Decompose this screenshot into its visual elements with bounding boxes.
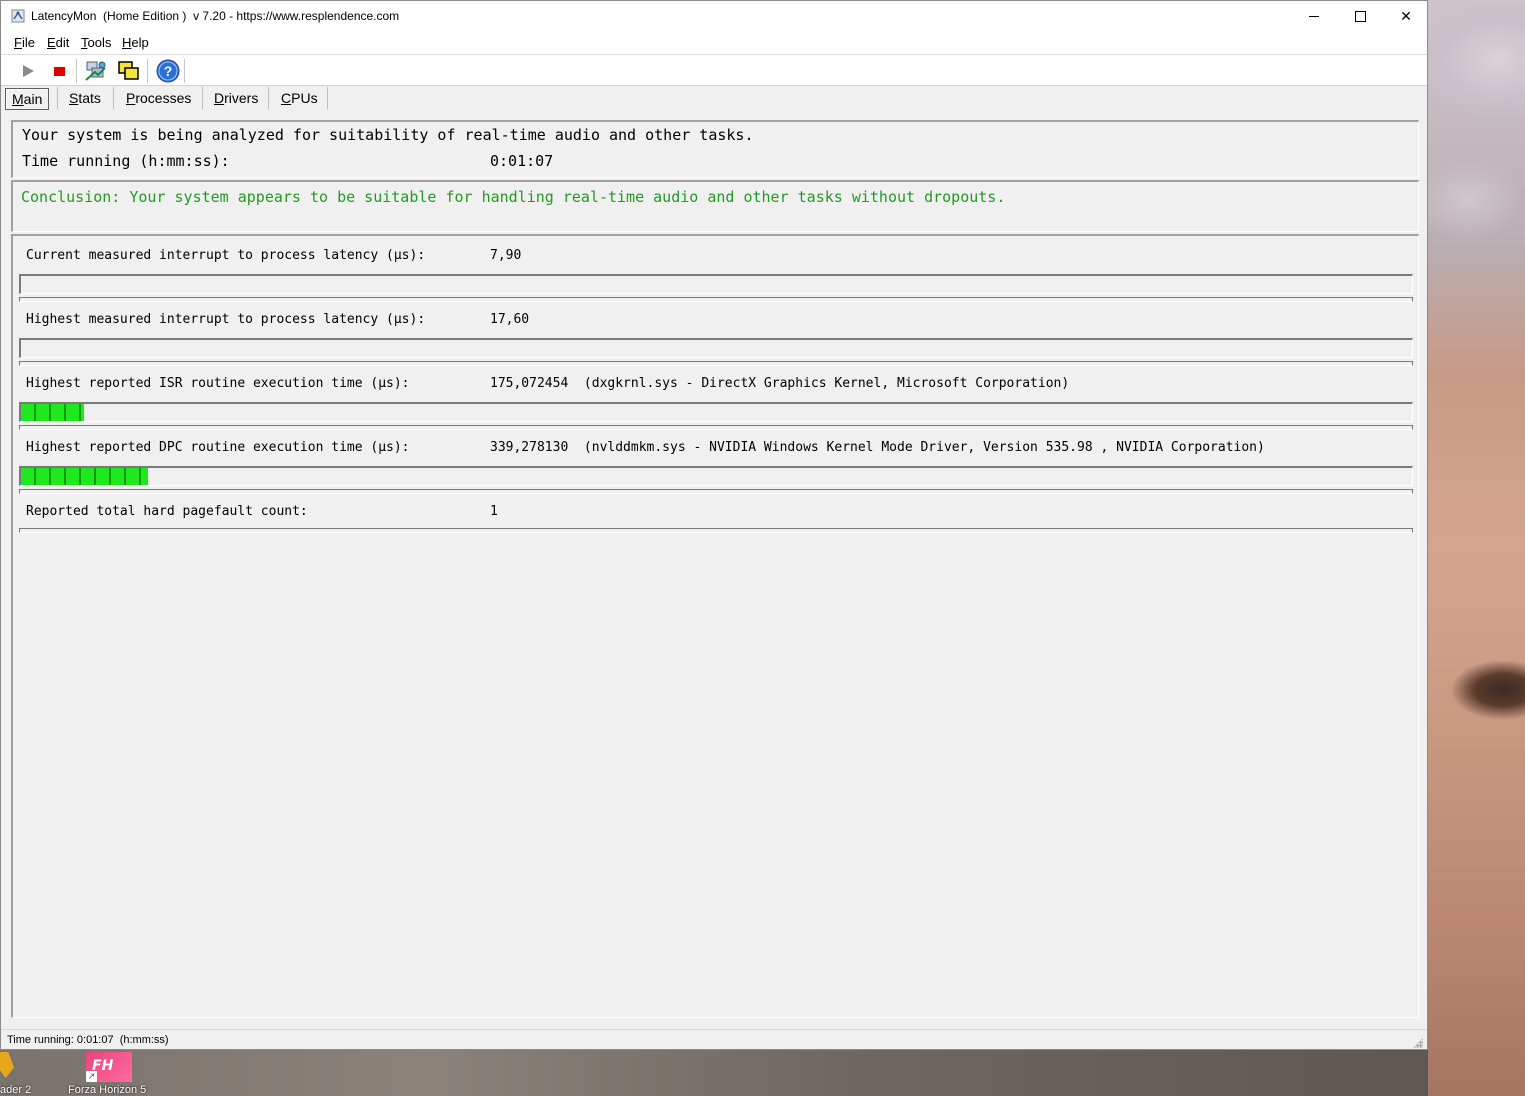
windows-icon[interactable]: [116, 58, 142, 84]
tab-drivers-label: rivers: [224, 90, 259, 106]
menu-edit-label: dit: [55, 35, 70, 50]
tab-main-mnemonic: M: [12, 91, 24, 107]
status-bar: Time running: 0:01:07 (h:mm:ss): [1, 1029, 1427, 1050]
desktop-shortcut-label: Forza Horizon 5: [68, 1084, 147, 1096]
minimize-icon: [1309, 16, 1319, 17]
tab-main-label: ain: [23, 91, 43, 107]
metric-separator: [19, 297, 1413, 302]
metric-value: 17,60: [490, 312, 530, 327]
title-bar[interactable]: LatencyMon (Home Edition ) v 7.20 - http…: [1, 1, 1427, 32]
menu-help-label: elp: [131, 35, 149, 50]
conclusion-panel: Conclusion: Your system appears to be su…: [11, 180, 1419, 232]
conclusion-text: Conclusion: Your system appears to be su…: [21, 188, 1006, 206]
desktop-shortcut-ader-2[interactable]: ader 2: [0, 1052, 40, 1096]
menu-file-label: ile: [21, 35, 35, 50]
tab-processes-label: rocesses: [135, 90, 192, 106]
tab-stats-mnemonic: S: [69, 90, 79, 106]
isr-bar: [19, 402, 1413, 422]
close-icon: ✕: [1400, 8, 1412, 24]
tab-processes[interactable]: Processes: [120, 88, 197, 110]
metric-label: Highest measured interrupt to process la…: [26, 312, 426, 327]
play-icon[interactable]: [15, 58, 41, 84]
desktop-shortcut-forza-horizon-5[interactable]: FH ↗ Forza Horizon 5: [66, 1050, 156, 1096]
resize-grip-icon[interactable]: [1413, 1038, 1423, 1048]
maximize-button[interactable]: [1337, 1, 1383, 32]
desktop-shortcut-label: ader 2: [0, 1084, 32, 1096]
menu-edit[interactable]: Edit: [47, 35, 69, 50]
tab-processes-mnemonic: P: [126, 90, 136, 106]
toolbar-separator: [76, 59, 77, 83]
metric-label: Reported total hard pagefault count:: [26, 504, 308, 519]
metric-label: Highest reported DPC routine execution t…: [26, 440, 410, 455]
dpc-bar-fill: [21, 468, 148, 485]
maximize-icon: [1355, 11, 1366, 22]
toolbar-separator: [184, 59, 185, 83]
metric-value: 339,278130 (nvlddmkm.sys - NVIDIA Window…: [490, 440, 1265, 455]
desktop-wallpaper-strip: [0, 1050, 1428, 1096]
latency-bar: [19, 274, 1413, 294]
metric-value: 7,90: [490, 248, 522, 263]
metric-value: 1: [490, 504, 498, 519]
toolbar: ?: [1, 55, 1427, 86]
isr-bar-fill: [21, 404, 84, 421]
tab-divider: [327, 87, 328, 109]
menu-help-mnemonic: H: [122, 35, 132, 50]
latency-bar: [19, 338, 1413, 358]
tab-stats-label: tats: [78, 90, 101, 106]
status-bar-text: Time running: 0:01:07 (h:mm:ss): [7, 1034, 169, 1046]
metric-label: Current measured interrupt to process la…: [26, 248, 426, 263]
tab-strip: Main Stats Processes Drivers CPUs: [1, 85, 1427, 113]
menu-edit-mnemonic: E: [47, 35, 56, 50]
metric-separator: [19, 361, 1413, 366]
tab-cpus-mnemonic: C: [281, 90, 292, 106]
toolbar-separator: [147, 59, 148, 83]
desktop-wallpaper: [1428, 0, 1525, 1096]
analysis-status-text: Your system is being analyzed for suitab…: [22, 126, 754, 144]
time-running-value: 0:01:07: [490, 152, 554, 170]
tab-divider: [113, 87, 114, 109]
dpc-bar: [19, 466, 1413, 486]
tab-cpus[interactable]: CPUs: [275, 88, 324, 110]
metric-separator: [19, 489, 1413, 494]
time-running-label: Time running (h:mm:ss):: [22, 152, 230, 170]
menu-tools[interactable]: Tools: [81, 35, 111, 50]
tab-divider: [268, 87, 269, 109]
forza-horizon-icon: FH ↗: [86, 1052, 132, 1082]
latencymon-app-icon: [11, 9, 25, 23]
metric-separator: [19, 425, 1413, 430]
menu-file[interactable]: File: [14, 35, 35, 50]
menu-tools-label: ools: [87, 35, 112, 50]
shortcut-icon: [0, 1052, 14, 1078]
metric-separator: [19, 528, 1413, 533]
analysis-status-panel: Your system is being analyzed for suitab…: [11, 120, 1419, 178]
tab-divider: [57, 87, 58, 109]
menu-bar: File Edit Tools Help: [1, 32, 1427, 55]
drivers-icon[interactable]: [83, 58, 109, 84]
menu-file-mnemonic: F: [14, 35, 22, 50]
tab-cpus-label: PUs: [291, 90, 318, 106]
metrics-panel: Current measured interrupt to process la…: [11, 234, 1419, 1018]
tab-drivers-mnemonic: D: [214, 90, 225, 106]
tab-stats[interactable]: Stats: [63, 88, 107, 110]
help-icon[interactable]: ?: [155, 58, 181, 84]
close-button[interactable]: ✕: [1383, 1, 1429, 32]
metric-label: Highest reported ISR routine execution t…: [26, 376, 410, 391]
help-icon-glyph: ?: [164, 63, 173, 79]
latencymon-window: LatencyMon (Home Edition ) v 7.20 - http…: [0, 0, 1428, 1050]
shortcut-arrow-icon: ↗: [86, 1071, 97, 1082]
tab-drivers[interactable]: Drivers: [208, 88, 264, 110]
metric-value: 175,072454 (dxgkrnl.sys - DirectX Graphi…: [490, 376, 1070, 391]
menu-help[interactable]: Help: [122, 35, 149, 50]
tab-divider: [202, 87, 203, 109]
minimize-button[interactable]: [1291, 1, 1337, 32]
window-title: LatencyMon (Home Edition ) v 7.20 - http…: [31, 9, 400, 23]
stop-icon[interactable]: [46, 58, 72, 84]
tab-main[interactable]: Main: [5, 88, 49, 110]
